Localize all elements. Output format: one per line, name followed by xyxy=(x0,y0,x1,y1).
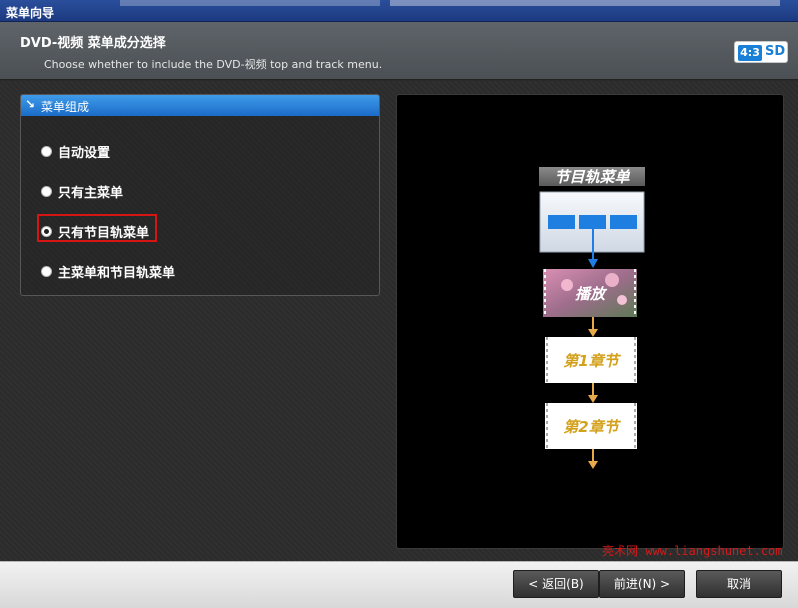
menu-thumb-button-3 xyxy=(610,215,637,229)
menu-thumb-button-1 xyxy=(548,215,575,229)
aspect-ratio-label: 4:3 xyxy=(738,45,762,61)
wizard-header: DVD-视频 菜单成分选择 Choose whether to include … xyxy=(0,22,798,80)
option-track-menu-only[interactable]: 只有节目轨菜单 xyxy=(41,221,149,241)
option-label: 只有主菜单 xyxy=(58,185,124,201)
watermark-text: 亮术网 www.liangshunet.com xyxy=(602,544,783,558)
menu-structure-diagram: 节目轨菜单 播放 第1章节 第2章节 xyxy=(539,167,645,469)
back-button[interactable]: < 返回(B) xyxy=(513,570,599,598)
blossom xyxy=(561,279,573,291)
blossom xyxy=(605,273,619,287)
menu-preview-panel: 节目轨菜单 播放 第1章节 第2章节 xyxy=(396,94,784,549)
aspect-badge: 4:3 SD xyxy=(734,41,788,63)
radio-button[interactable] xyxy=(41,145,52,157)
group-title: 菜单组成 xyxy=(41,100,90,114)
option-auto[interactable]: 自动设置 xyxy=(41,141,110,161)
orange-arrow-head xyxy=(588,461,598,469)
radio-button[interactable] xyxy=(41,265,52,277)
orange-arrow-head xyxy=(588,395,598,403)
option-label: 自动设置 xyxy=(58,145,111,161)
option-label: 只有节目轨菜单 xyxy=(58,225,150,241)
option-main-menu-only[interactable]: 只有主菜单 xyxy=(41,181,123,201)
blue-arrow-head xyxy=(588,259,598,268)
menu-composition-group: ↘ 菜单组成 自动设置 只有主菜单 只有节目轨菜单 主菜单和节目轨菜单 xyxy=(20,94,380,296)
definition-label: SD xyxy=(765,44,786,59)
orange-arrow-head xyxy=(588,329,598,337)
main-area: ↘ 菜单组成 自动设置 只有主菜单 只有节目轨菜单 主菜单和节目轨菜单 节目轨菜… xyxy=(0,81,798,561)
chapter-2-label: 第2章节 xyxy=(563,418,621,436)
wizard-footer: < 返回(B) 前进(N) > 取消 xyxy=(0,561,798,608)
next-button[interactable]: 前进(N) > xyxy=(599,570,685,598)
page-title: DVD-视频 菜单成分选择 xyxy=(20,36,166,51)
option-main-and-track-menu[interactable]: 主菜单和节目轨菜单 xyxy=(41,261,175,281)
play-label: 播放 xyxy=(575,285,608,303)
page-subtitle: Choose whether to include the DVD-视频 top… xyxy=(44,58,383,71)
cancel-button[interactable]: 取消 xyxy=(696,570,782,598)
chapter-1-label: 第1章节 xyxy=(563,352,621,370)
window-title: 菜单向导 xyxy=(6,6,55,20)
title-bar-decoration xyxy=(120,0,380,6)
radio-button-selected[interactable] xyxy=(41,225,52,237)
title-bar: 菜单向导 xyxy=(0,0,798,22)
group-header[interactable]: ↘ 菜单组成 xyxy=(21,95,379,116)
menu-thumb-button-2 xyxy=(579,215,606,229)
radio-button[interactable] xyxy=(41,185,52,197)
collapse-arrow-icon[interactable]: ↘ xyxy=(25,97,35,111)
title-bar-decoration xyxy=(390,0,780,6)
blossom xyxy=(617,295,627,305)
menu-title-text: 节目轨菜单 xyxy=(554,168,630,186)
option-label: 主菜单和节目轨菜单 xyxy=(58,265,176,281)
